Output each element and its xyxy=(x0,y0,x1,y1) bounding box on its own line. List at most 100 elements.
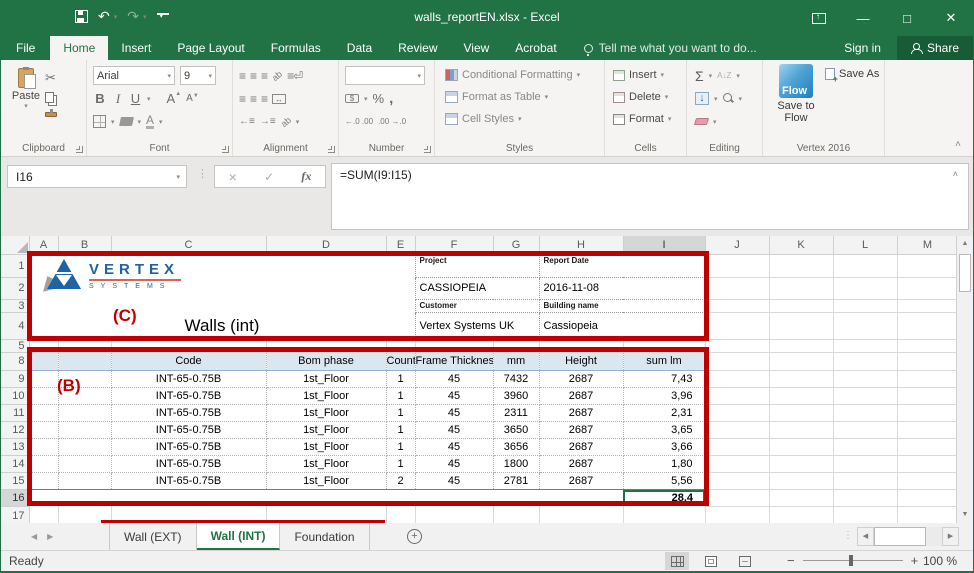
cell-bom-phase[interactable]: 1st_Floor xyxy=(266,421,386,438)
cell-frame-thickness[interactable]: 45 xyxy=(415,472,493,489)
row-header-4[interactable]: 4 xyxy=(1,312,29,339)
header-sum-lm[interactable]: sum lm xyxy=(623,352,705,370)
cell-height[interactable]: 2687 xyxy=(539,455,623,472)
select-all-corner[interactable] xyxy=(1,236,29,254)
clipboard-dialog-launcher-icon[interactable] xyxy=(76,146,83,153)
merge-center-icon[interactable]: ↔ xyxy=(272,94,286,104)
align-middle-icon[interactable]: ≡ xyxy=(250,69,256,83)
cell-frame-thickness[interactable]: 45 xyxy=(415,387,493,404)
comma-style-icon[interactable]: , xyxy=(389,90,393,107)
tell-me-box[interactable]: Tell me what you want to do... xyxy=(584,36,757,60)
cell-mm[interactable]: 2781 xyxy=(493,472,539,489)
normal-view-button[interactable] xyxy=(665,552,689,570)
zoom-slider-thumb[interactable] xyxy=(849,555,853,566)
wrap-text-icon[interactable]: ≡⏎ xyxy=(287,69,302,83)
row-header[interactable]: 12 xyxy=(1,421,29,438)
row-header-3[interactable]: 3 xyxy=(1,299,29,312)
fill-icon[interactable]: ↓ xyxy=(695,92,709,105)
format-cells-button[interactable]: Format▾ xyxy=(613,108,682,130)
decrease-indent-icon[interactable]: ←≡ xyxy=(239,116,255,127)
column-header-c[interactable]: C xyxy=(111,236,266,254)
page-layout-view-button[interactable] xyxy=(699,552,723,570)
cell-bom-phase[interactable]: 1st_Floor xyxy=(266,387,386,404)
cell-bom-phase[interactable]: 1st_Floor xyxy=(266,438,386,455)
cell-height[interactable]: 2687 xyxy=(539,387,623,404)
scroll-down-icon[interactable]: ▼ xyxy=(957,507,973,523)
row-header-5[interactable]: 5 xyxy=(1,339,29,352)
project-label-cell[interactable]: Project xyxy=(415,254,539,277)
menu-tab-view[interactable]: View xyxy=(451,36,503,60)
cell-sum-lm[interactable]: 5,56 xyxy=(623,472,705,489)
italic-button[interactable]: I xyxy=(112,91,124,107)
menu-tab-page-layout[interactable]: Page Layout xyxy=(164,36,257,60)
customer-value-cell[interactable]: Vertex Systems UK xyxy=(415,312,539,339)
header-bom-phase[interactable]: Bom phase xyxy=(266,352,386,370)
row-header[interactable]: 11 xyxy=(1,404,29,421)
increase-indent-icon[interactable]: →≡ xyxy=(260,116,276,127)
menu-tab-file[interactable]: File xyxy=(1,36,50,60)
increase-font-icon[interactable]: A▲ xyxy=(167,91,182,106)
column-header-i-selected[interactable]: I xyxy=(623,236,705,254)
zoom-out-icon[interactable]: − xyxy=(787,553,795,568)
page-break-view-button[interactable] xyxy=(733,552,757,570)
cell-count[interactable]: 1 xyxy=(386,387,415,404)
sheet-tab-wall-ext[interactable]: Wall (EXT) xyxy=(109,523,197,550)
name-box[interactable]: I16▾ xyxy=(7,165,187,188)
menu-tab-insert[interactable]: Insert xyxy=(108,36,164,60)
cell-code[interactable]: INT-65-0.75B xyxy=(111,387,266,404)
cell-height[interactable]: 2687 xyxy=(539,472,623,489)
cell-frame-thickness[interactable]: 45 xyxy=(415,438,493,455)
column-header-d[interactable]: D xyxy=(266,236,386,254)
decrease-font-icon[interactable]: A▼ xyxy=(186,93,199,104)
cell-bom-phase[interactable]: 1st_Floor xyxy=(266,404,386,421)
fill-color-icon[interactable] xyxy=(119,117,134,126)
menu-tab-acrobat[interactable]: Acrobat xyxy=(502,36,569,60)
menu-tab-data[interactable]: Data xyxy=(334,36,385,60)
align-top-icon[interactable]: ≡ xyxy=(239,69,245,83)
cell-count[interactable]: 1 xyxy=(386,370,415,387)
percent-style-icon[interactable]: % xyxy=(373,91,385,106)
column-header-h[interactable]: H xyxy=(539,236,623,254)
cell-mm[interactable]: 3960 xyxy=(493,387,539,404)
cell-height[interactable]: 2687 xyxy=(539,404,623,421)
cell-code[interactable]: INT-65-0.75B xyxy=(111,455,266,472)
cell-count[interactable]: 2 xyxy=(386,472,415,489)
collapse-ribbon-icon[interactable]: ˄ xyxy=(955,139,961,150)
cell-sum-lm[interactable]: 3,66 xyxy=(623,438,705,455)
autosum-icon[interactable]: Σ xyxy=(695,68,704,84)
orientation-icon[interactable]: ab xyxy=(270,68,284,82)
cell-frame-thickness[interactable]: 45 xyxy=(415,455,493,472)
row-header-2[interactable]: 2 xyxy=(1,277,29,299)
zoom-in-icon[interactable]: + xyxy=(911,553,919,568)
sheet-tab-foundation[interactable]: Foundation xyxy=(280,523,369,550)
menu-tab-home[interactable]: Home xyxy=(50,36,108,60)
align-bottom-icon[interactable]: ≡ xyxy=(261,69,267,83)
menu-tab-review[interactable]: Review xyxy=(385,36,450,60)
share-button[interactable]: Share xyxy=(897,36,973,60)
font-size-select[interactable]: 9▾ xyxy=(180,66,216,85)
vertical-scrollbar[interactable]: ▲ ▼ xyxy=(956,236,973,523)
alignment-dialog-launcher-icon[interactable] xyxy=(328,146,335,153)
copy-icon[interactable] xyxy=(45,92,54,103)
cell-count[interactable]: 1 xyxy=(386,438,415,455)
align-right-icon[interactable]: ≡ xyxy=(261,92,267,106)
maximize-icon[interactable]: □ xyxy=(885,0,929,36)
cell-bom-phase[interactable]: 1st_Floor xyxy=(266,455,386,472)
collapse-formula-bar-icon[interactable]: ˄ xyxy=(953,169,958,179)
row-header-8[interactable]: 8 xyxy=(1,352,29,370)
building-name-label-cell[interactable]: Building name xyxy=(539,299,705,312)
scroll-right-icon[interactable]: ▶ xyxy=(942,527,959,546)
header-code[interactable]: Code xyxy=(111,352,266,370)
format-painter-icon[interactable] xyxy=(45,112,57,117)
ribbon-display-options-icon[interactable] xyxy=(797,0,841,36)
report-date-label-cell[interactable]: Report Date xyxy=(539,254,705,277)
new-sheet-icon[interactable]: + xyxy=(407,529,422,544)
cell-mm[interactable]: 7432 xyxy=(493,370,539,387)
column-header-j[interactable]: J xyxy=(705,236,769,254)
clear-icon[interactable] xyxy=(694,118,709,125)
row-header[interactable]: 10 xyxy=(1,387,29,404)
cell-mm[interactable]: 2311 xyxy=(493,404,539,421)
row-header-1[interactable]: 1 xyxy=(1,254,29,277)
paste-button[interactable]: Paste ▾ xyxy=(7,64,45,140)
delete-cells-button[interactable]: Delete▾ xyxy=(613,86,682,108)
